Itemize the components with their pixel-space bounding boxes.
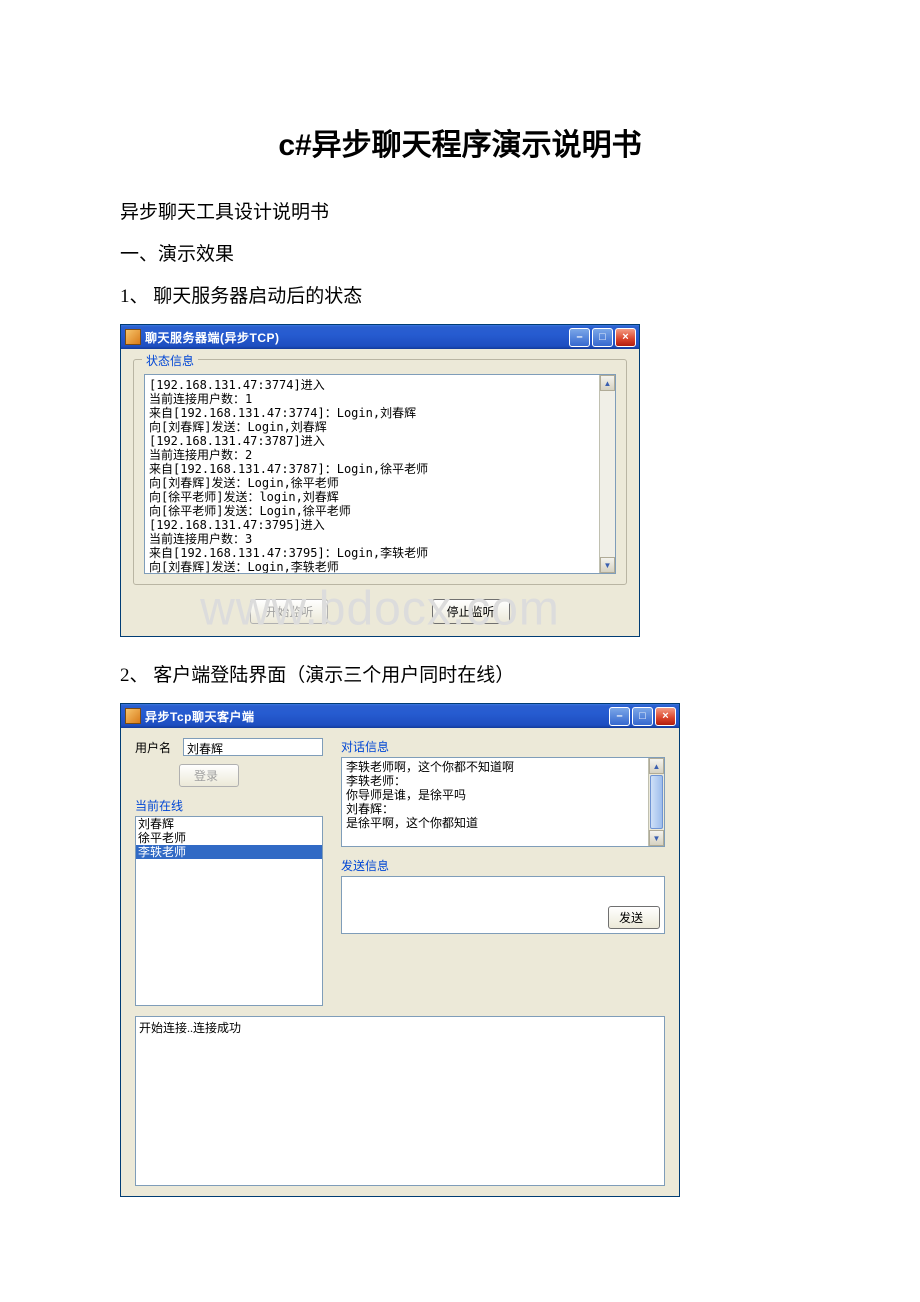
scroll-up-icon[interactable]: ▲ [649,758,664,774]
list-item[interactable]: 刘春辉 [136,817,322,831]
status-groupbox: 状态信息 [192.168.131.47:3774]进入 当前连接用户数：1 来… [133,359,627,585]
app-icon [125,708,141,724]
status-textarea[interactable]: 开始连接..连接成功 [135,1016,665,1186]
doc-subtitle: 异步聊天工具设计说明书 [120,194,800,232]
send-textarea[interactable]: 发送 [341,876,665,934]
send-label: 发送信息 [341,857,665,874]
dialog-label: 对话信息 [341,738,665,755]
login-button[interactable]: 登录 [179,764,239,787]
window-title: 聊天服务器端(异步TCP) [145,329,569,346]
online-users-list[interactable]: 刘春辉徐平老师李轶老师 [135,816,323,1006]
start-listen-button[interactable]: 开始监听 [250,599,328,624]
section-heading: 一、演示效果 [120,236,800,274]
username-label: 用户名 [135,739,175,756]
scrollbar[interactable]: ▲ ▼ [648,758,664,846]
maximize-button[interactable]: □ [592,328,613,347]
titlebar[interactable]: 聊天服务器端(异步TCP) – □ × [121,325,639,349]
scroll-down-icon[interactable]: ▼ [649,830,664,846]
list-item[interactable]: 李轶老师 [136,845,322,859]
send-button[interactable]: 发送 [608,906,660,929]
doc-title: c#异步聊天程序演示说明书 [120,120,800,164]
scroll-down-icon[interactable]: ▼ [600,557,615,573]
stop-listen-button[interactable]: 停止监听 [432,599,510,624]
log-textarea[interactable]: [192.168.131.47:3774]进入 当前连接用户数：1 来自[192… [144,374,616,574]
list-item[interactable]: 徐平老师 [136,831,322,845]
close-button[interactable]: × [655,707,676,726]
app-icon [125,329,141,345]
list-item-1: 1、 聊天服务器启动后的状态 [120,278,800,316]
server-window: 聊天服务器端(异步TCP) – □ × 状态信息 [192.168.131.47… [120,324,640,637]
maximize-button[interactable]: □ [632,707,653,726]
titlebar[interactable]: 异步Tcp聊天客户端 – □ × [121,704,679,728]
groupbox-legend: 状态信息 [142,352,198,369]
online-label: 当前在线 [135,797,323,814]
client-window: 异步Tcp聊天客户端 – □ × 用户名 刘春辉 登录 当前在线 刘春辉 [120,703,680,1197]
scrollbar[interactable]: ▲ ▼ [599,375,615,573]
minimize-button[interactable]: – [569,328,590,347]
close-button[interactable]: × [615,328,636,347]
username-input[interactable]: 刘春辉 [183,738,323,756]
scroll-up-icon[interactable]: ▲ [600,375,615,391]
window-title: 异步Tcp聊天客户端 [145,708,609,725]
dialog-textarea[interactable]: 李轶老师啊，这个你都不知道啊 李轶老师： 你导师是谁，是徐平吗 刘春辉： 是徐平… [341,757,665,847]
minimize-button[interactable]: – [609,707,630,726]
list-item-2: 2、 客户端登陆界面（演示三个用户同时在线） [120,657,800,695]
